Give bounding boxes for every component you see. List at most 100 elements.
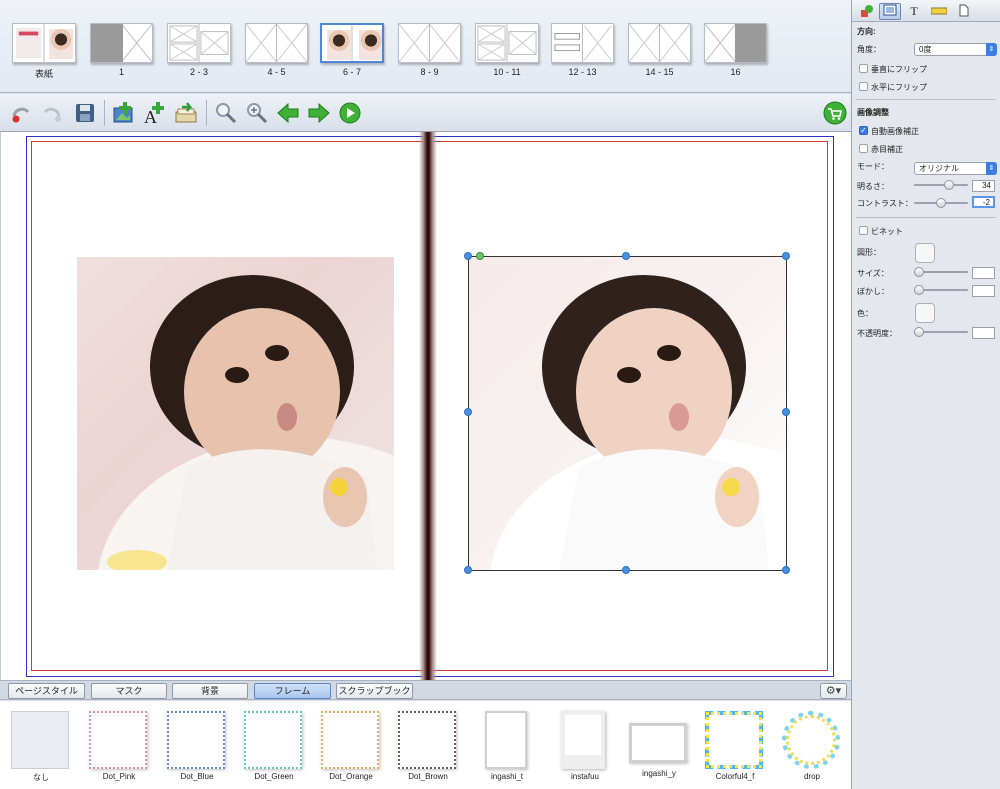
brightness-slider[interactable] [914,180,968,190]
page-thumbnail[interactable]: 10 - 11 [475,20,539,88]
chevron-updown-icon: ⇕ [986,43,997,56]
undo-icon[interactable] [9,101,33,125]
opacity-value[interactable] [972,327,995,339]
thumbnail-preview [12,23,76,63]
resize-handle-n[interactable] [622,252,630,260]
frame-option-label: ingashi_y [642,769,676,778]
frame-preview [485,711,527,769]
inspector-panel: T 方向: 角度： 0度 ⇕ 垂直にフリップ 水平にフリップ 画像調整 ✓ 自動… [851,0,1000,789]
shape-swatch[interactable] [915,243,935,263]
frame-option[interactable]: Colorful4_f [703,709,767,787]
frame-option[interactable]: なし [9,709,73,787]
brightness-slider-knob[interactable] [944,180,954,190]
page-thumbnail[interactable]: 14 - 15 [628,20,691,88]
page-thumbnail[interactable]: 1 [90,20,153,88]
flip-horizontal-checkbox[interactable] [859,82,868,91]
photobook-editor: 表紙 1 2 - 3 4 - 5 6 - 7 8 - 9 10 - 11 12 - 13 14 … [0,0,1000,789]
angle-select[interactable]: 0度 ⇕ [914,43,997,56]
frame-option[interactable]: Dot_Brown [396,709,460,787]
angle-value: 0度 [919,45,932,54]
contrast-slider[interactable] [914,198,968,208]
contrast-slider-knob[interactable] [936,198,946,208]
save-icon[interactable] [73,101,97,125]
opacity-slider-knob[interactable] [914,327,924,337]
inspector-tab-page-icon[interactable] [953,3,975,20]
page-thumbnail[interactable]: 16 [704,20,767,88]
gear-icon[interactable]: ⚙▾ [820,683,847,699]
resize-handle-se[interactable] [782,566,790,574]
frame-option-label: Dot_Brown [408,772,448,781]
tab-background[interactable]: 背景 [172,683,248,699]
blur-slider-knob[interactable] [914,285,924,295]
size-slider-knob[interactable] [914,267,924,277]
frame-option-label: なし [33,773,49,782]
frame-option[interactable]: Dot_Green [242,709,306,787]
page-thumbnail[interactable]: 12 - 13 [551,20,614,88]
red-eye-checkbox[interactable] [859,144,868,153]
resize-handle-sw[interactable] [464,566,472,574]
size-slider[interactable] [914,267,968,277]
size-value[interactable] [972,267,995,279]
color-swatch[interactable] [915,303,935,323]
asset-tabs: ページスタイル マスク 背景 フレーム スクラップブック ⚙▾ [0,680,851,700]
frame-option[interactable]: instafuu [553,709,617,787]
add-text-icon[interactable]: A [143,101,167,127]
tab-frame[interactable]: フレーム [254,683,331,699]
blur-label: ぼかし： [857,287,889,296]
editor-toolbar: A [0,94,851,132]
vignette-checkbox[interactable] [859,226,868,235]
resize-handle-ne[interactable] [782,252,790,260]
page-thumbnail[interactable]: 2 - 3 [167,20,231,88]
frame-preview [321,711,379,769]
cart-icon[interactable] [823,101,847,125]
rotate-handle[interactable] [476,252,484,260]
thumbnail-preview [398,23,461,63]
photo-left[interactable] [77,257,394,570]
prev-page-icon[interactable] [276,101,300,125]
page-thumbnail[interactable]: 8 - 9 [398,20,461,88]
brightness-value[interactable]: 34 [972,180,995,192]
inspector-tab-photo-icon[interactable] [879,3,901,20]
page-thumbnail[interactable]: 6 - 7 [320,20,384,88]
contrast-value[interactable]: -2 [972,196,995,208]
resize-handle-e[interactable] [782,408,790,416]
tab-mask[interactable]: マスク [91,683,167,699]
frame-option-label: Colorful4_f [715,772,755,781]
frame-option[interactable]: Dot_Pink [87,709,151,787]
image-adjust-heading: 画像調整 [857,108,889,117]
frame-preview [244,711,302,769]
inspector-tab-text-icon[interactable]: T [903,3,925,20]
redo-icon[interactable] [40,101,64,125]
auto-correct-checkbox[interactable]: ✓ [859,126,868,135]
mode-label: モード： [857,162,889,171]
page-thumbnail[interactable]: 4 - 5 [245,20,308,88]
blur-slider[interactable] [914,285,968,295]
frame-option[interactable]: Dot_Blue [165,709,229,787]
thumbnail-preview [167,23,231,63]
resize-handle-w[interactable] [464,408,472,416]
page-thumbnail[interactable]: 表紙 [12,20,76,88]
frame-option[interactable]: Dot_Orange [319,709,383,787]
resize-handle-nw[interactable] [464,252,472,260]
zoom-in-icon[interactable] [245,101,269,125]
add-photo-icon[interactable] [112,101,136,125]
page-spread-canvas[interactable] [0,132,851,680]
zoom-out-icon[interactable] [214,101,238,125]
tab-scrapbook[interactable]: スクラップブック [336,683,413,699]
resize-handle-s[interactable] [622,566,630,574]
frame-option[interactable]: ingashi_t [475,709,539,787]
inspector-tab-ruler-icon[interactable] [928,3,950,20]
inspector-tab-layout-icon[interactable] [856,3,878,20]
blur-value[interactable] [972,285,995,297]
next-page-icon[interactable] [307,101,331,125]
tab-page-style[interactable]: ページスタイル [8,683,85,699]
angle-label: 角度： [857,45,881,54]
auto-correct-label: 自動画像補正 [871,127,919,136]
frame-option[interactable]: ingashi_y [627,709,691,787]
opacity-slider[interactable] [914,327,968,337]
frame-option[interactable]: drop [780,709,844,787]
add-page-icon[interactable] [174,101,198,125]
play-icon[interactable] [338,101,362,125]
flip-vertical-checkbox[interactable] [859,64,868,73]
mode-select[interactable]: オリジナル ⇕ [914,162,997,175]
